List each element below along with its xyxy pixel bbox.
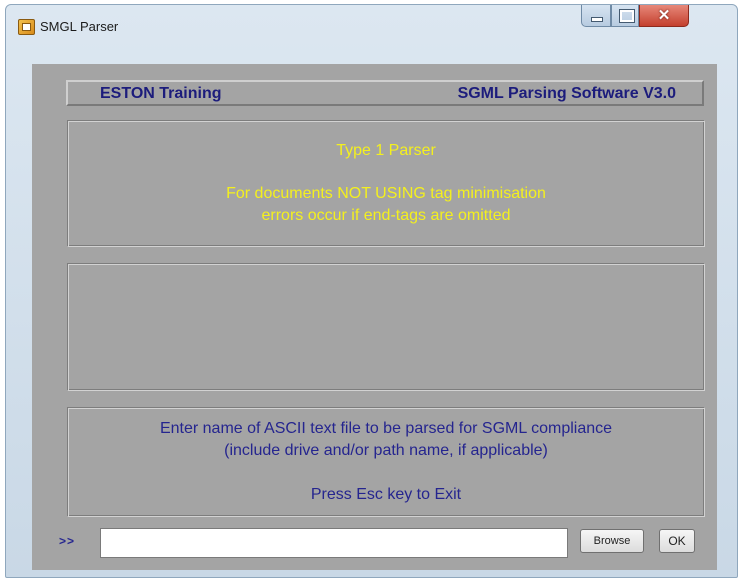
minimize-button[interactable] <box>581 5 611 27</box>
close-icon: ✕ <box>657 7 671 24</box>
close-button[interactable]: ✕ <box>639 5 689 27</box>
software-version: SGML Parsing Software V3.0 <box>457 85 676 102</box>
maximize-icon <box>620 10 634 22</box>
instructions-panel: Enter name of ASCII text file to be pars… <box>67 407 705 517</box>
title-bar[interactable]: SMGL Parser ✕ <box>6 5 737 51</box>
app-icon <box>18 19 35 35</box>
parser-description-line-2: errors occur if end-tags are omitted <box>261 207 511 224</box>
ok-button[interactable]: OK <box>659 529 695 553</box>
maximize-button[interactable] <box>611 5 639 27</box>
client-area: ESTON Training SGML Parsing Software V3.… <box>32 64 717 570</box>
exit-hint: Press Esc key to Exit <box>310 486 462 503</box>
instruction-line-2: (include drive and/or path name, if appl… <box>224 442 548 459</box>
browse-button[interactable]: Browse <box>580 529 644 553</box>
parser-info-panel: Type 1 Parser For documents NOT USING ta… <box>67 120 705 247</box>
output-panel <box>67 263 705 391</box>
parser-type-label: Type 1 Parser <box>336 142 436 159</box>
parser-description-line-1: For documents NOT USING tag minimisation <box>226 185 546 202</box>
header-panel: ESTON Training SGML Parsing Software V3.… <box>66 80 704 106</box>
input-prompt: >> <box>59 534 76 548</box>
window-title: SMGL Parser <box>40 19 119 34</box>
instruction-line-1: Enter name of ASCII text file to be pars… <box>159 420 613 437</box>
company-name: ESTON Training <box>100 85 222 102</box>
app-window: SMGL Parser ✕ ESTON Training SGML Parsin… <box>5 4 738 578</box>
file-name-input[interactable] <box>100 528 568 558</box>
minimize-icon <box>592 18 602 21</box>
